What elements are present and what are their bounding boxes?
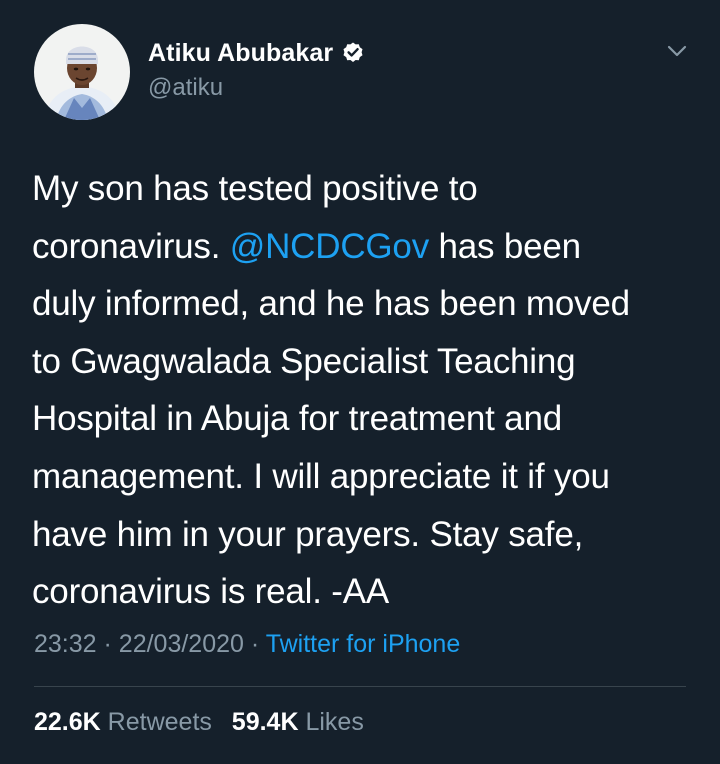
display-name[interactable]: Atiku Abubakar xyxy=(148,39,333,68)
likes-stat[interactable]: 59.4K Likes xyxy=(232,708,364,736)
tweet-card: Atiku Abubakar @atiku My son has tested … xyxy=(0,0,720,764)
tweet-text-segment: coronavirus. xyxy=(32,226,230,266)
tweet-text-segment: has been xyxy=(429,226,582,266)
tweet-text-line: duly informed, and he has been moved xyxy=(32,275,702,333)
tweet-text-segment: My son has tested positive to xyxy=(32,169,478,208)
tweet-text-line: Hospital in Abuja for treatment and xyxy=(32,390,702,448)
tweet-text-line: My son has tested positive to xyxy=(32,160,702,218)
retweets-stat[interactable]: 22.6K Retweets xyxy=(34,708,212,736)
author-name-row[interactable]: Atiku Abubakar xyxy=(148,38,365,68)
tweet-source-link[interactable]: Twitter for iPhone xyxy=(266,630,461,658)
verified-badge-icon xyxy=(341,41,365,65)
tweet-text-line: have him in your prayers. Stay safe, xyxy=(32,506,702,564)
tweet-text-line: management. I will appreciate it if you xyxy=(32,448,702,506)
tweet-text-line: coronavirus. @NCDCGov has been xyxy=(32,218,702,276)
retweets-count: 22.6K xyxy=(34,708,101,736)
retweets-label: Retweets xyxy=(107,708,212,736)
avatar-image xyxy=(34,24,130,120)
tweet-stats: 22.6K Retweets 59.4K Likes xyxy=(34,708,364,737)
tweet-date: 22/03/2020 xyxy=(118,630,244,658)
tweet-text-segment: duly informed, and he has been moved xyxy=(32,284,630,324)
tweet-text-line: coronavirus is real. -AA xyxy=(32,563,702,621)
meta-separator: · xyxy=(250,630,260,658)
tweet-meta: 23:32 · 22/03/2020 · Twitter for iPhone xyxy=(34,630,460,659)
tweet-text-segment: to Gwagwalada Specialist Teaching xyxy=(32,341,576,381)
author-handle[interactable]: @atiku xyxy=(148,74,223,102)
tweet-text: My son has tested positive to coronavirus… xyxy=(32,160,702,621)
tweet-text-segment: management. I will appreciate it if you xyxy=(32,456,610,496)
mention-link[interactable]: @NCDCGov xyxy=(230,227,429,266)
tweet-text-line: to Gwagwalada Specialist Teaching xyxy=(32,333,702,391)
tweet-time: 23:32 xyxy=(34,630,97,658)
divider xyxy=(34,686,686,687)
tweet-text-segment: coronavirus is real. -AA xyxy=(32,572,389,612)
likes-count: 59.4K xyxy=(231,708,299,736)
tweet-text-segment: have him in your prayers. Stay safe, xyxy=(32,514,584,554)
avatar[interactable] xyxy=(34,24,130,120)
likes-label: Likes xyxy=(305,708,364,736)
tweet-text-segment: Hospital in Abuja for treatment and xyxy=(32,399,562,439)
chevron-down-icon[interactable] xyxy=(664,42,690,60)
meta-separator: · xyxy=(103,630,112,658)
